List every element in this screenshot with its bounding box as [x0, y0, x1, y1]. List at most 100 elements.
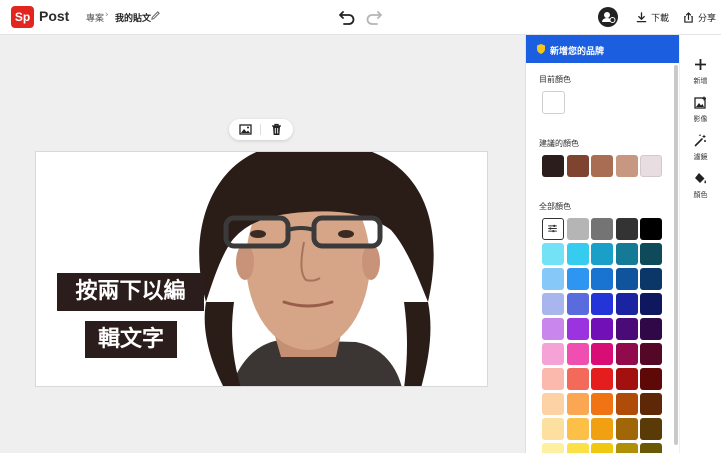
- color-swatch[interactable]: [542, 318, 564, 340]
- current-color-swatch[interactable]: [542, 91, 565, 114]
- color-swatch[interactable]: [615, 218, 638, 240]
- color-swatch[interactable]: [542, 393, 564, 415]
- color-swatch[interactable]: [542, 243, 564, 265]
- account-avatar[interactable]: [598, 7, 618, 27]
- color-swatch[interactable]: [615, 268, 638, 290]
- color-swatch[interactable]: [615, 368, 638, 390]
- image-icon: [694, 96, 706, 109]
- color-swatch[interactable]: [640, 418, 663, 440]
- suggested-color-swatch[interactable]: [615, 155, 638, 177]
- color-swatch[interactable]: [566, 418, 589, 440]
- color-swatch[interactable]: [591, 293, 614, 315]
- color-swatch[interactable]: [566, 318, 589, 340]
- color-swatch[interactable]: [566, 218, 589, 240]
- share-label: 分享: [698, 13, 717, 24]
- color-swatch[interactable]: [640, 268, 663, 290]
- suggested-color-swatch[interactable]: [591, 155, 614, 177]
- color-swatch[interactable]: [615, 393, 638, 415]
- color-swatch[interactable]: [615, 418, 638, 440]
- color-swatch[interactable]: [640, 218, 663, 240]
- canvas-text-line-2[interactable]: 輯文字: [85, 321, 177, 358]
- color-swatch[interactable]: [591, 393, 614, 415]
- brand-shield-icon: [537, 44, 545, 54]
- suggested-colors-title: 建議的顏色: [539, 139, 579, 148]
- download-icon: [636, 11, 647, 22]
- color-swatch[interactable]: [591, 243, 614, 265]
- trash-icon[interactable]: [270, 123, 283, 136]
- color-swatch[interactable]: [591, 368, 614, 390]
- color-swatch[interactable]: [640, 393, 663, 415]
- suggested-color-swatch[interactable]: [640, 155, 663, 177]
- rail-filter-button[interactable]: 濾鏡: [680, 128, 721, 168]
- color-swatch[interactable]: [640, 293, 663, 315]
- rail-color-label: 顏色: [693, 191, 708, 199]
- color-swatch[interactable]: [615, 343, 638, 365]
- color-swatch[interactable]: [591, 418, 614, 440]
- logo-mark[interactable]: Sp: [11, 6, 34, 28]
- color-swatch[interactable]: [542, 443, 564, 453]
- add-brand-banner[interactable]: 新增您的品牌: [526, 35, 679, 63]
- panel-scrollbar[interactable]: [674, 65, 678, 445]
- color-swatch[interactable]: [615, 443, 638, 453]
- paint-bucket-icon: [695, 173, 707, 184]
- color-swatch[interactable]: [566, 243, 589, 265]
- color-swatch[interactable]: [640, 368, 663, 390]
- color-swatch[interactable]: [640, 243, 663, 265]
- color-swatch[interactable]: [615, 243, 638, 265]
- sliders-icon: [548, 224, 557, 233]
- rail-image-button[interactable]: 影像: [680, 90, 721, 130]
- color-swatch[interactable]: [566, 368, 589, 390]
- breadcrumb-project[interactable]: 專案: [86, 11, 104, 24]
- current-color-title: 目前顏色: [539, 75, 571, 84]
- color-swatch[interactable]: [542, 268, 564, 290]
- tool-rail: 新增 影像 濾鏡 顏色: [680, 35, 721, 453]
- share-icon: [684, 11, 693, 23]
- color-panel: 新增您的品牌 目前顏色 建議的顏色 全部顏色: [525, 35, 679, 453]
- rail-filter-label: 濾鏡: [693, 153, 708, 161]
- color-swatch[interactable]: [566, 343, 589, 365]
- all-colors-title: 全部顏色: [539, 202, 571, 211]
- design-artboard[interactable]: 按兩下以編 輯文字: [35, 151, 488, 387]
- download-button[interactable]: 下載: [636, 9, 669, 25]
- share-button[interactable]: 分享: [683, 9, 716, 25]
- color-swatch[interactable]: [566, 443, 589, 453]
- color-swatch[interactable]: [542, 368, 564, 390]
- rail-image-label: 影像: [693, 115, 708, 123]
- user-icon: [602, 12, 616, 23]
- color-swatch[interactable]: [591, 443, 614, 453]
- color-swatch[interactable]: [566, 293, 589, 315]
- canvas-text-line-1[interactable]: 按兩下以編: [57, 273, 204, 311]
- app-name[interactable]: Post: [39, 8, 69, 24]
- undo-icon[interactable]: [338, 9, 356, 25]
- color-swatch[interactable]: [591, 218, 614, 240]
- color-swatch[interactable]: [591, 268, 614, 290]
- replace-image-icon[interactable]: [239, 123, 252, 136]
- color-swatch[interactable]: [640, 443, 663, 453]
- add-brand-label: 新增您的品牌: [550, 47, 605, 57]
- canvas-toolbar: [229, 119, 293, 140]
- breadcrumb-current[interactable]: 我的貼文: [115, 11, 151, 24]
- custom-color-button[interactable]: [542, 218, 564, 240]
- color-swatch[interactable]: [542, 343, 564, 365]
- rail-color-button[interactable]: 顏色: [680, 166, 721, 206]
- color-swatch[interactable]: [542, 293, 564, 315]
- color-swatch[interactable]: [566, 393, 589, 415]
- magic-wand-icon: [694, 134, 706, 147]
- color-swatch[interactable]: [591, 318, 614, 340]
- plus-icon: [695, 59, 706, 70]
- color-swatch[interactable]: [640, 318, 663, 340]
- suggested-color-swatch[interactable]: [542, 155, 564, 177]
- download-label: 下載: [651, 13, 670, 24]
- pencil-icon[interactable]: [150, 10, 161, 21]
- redo-icon[interactable]: [365, 9, 383, 25]
- color-swatch[interactable]: [615, 293, 638, 315]
- color-swatch[interactable]: [640, 343, 663, 365]
- rail-add-button[interactable]: 新增: [680, 52, 721, 92]
- toolbar-divider: [260, 124, 261, 135]
- color-swatch[interactable]: [615, 318, 638, 340]
- rail-add-label: 新增: [693, 77, 708, 85]
- suggested-color-swatch[interactable]: [566, 155, 589, 177]
- color-swatch[interactable]: [591, 343, 614, 365]
- color-swatch[interactable]: [542, 418, 564, 440]
- color-swatch[interactable]: [566, 268, 589, 290]
